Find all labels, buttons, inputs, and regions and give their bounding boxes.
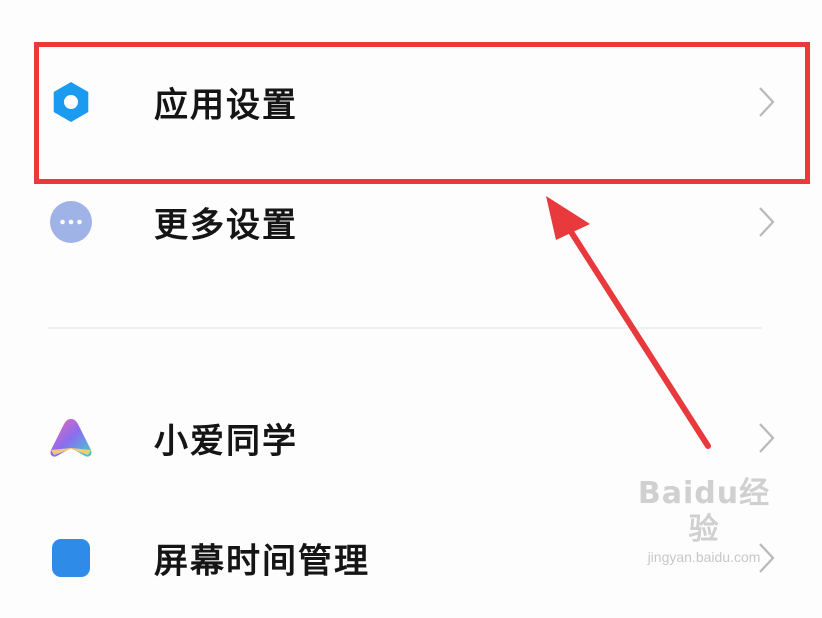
watermark-main: Baidu经验 bbox=[637, 476, 771, 547]
baidu-watermark: Baidu经验 jingyan.baidu.com bbox=[630, 476, 778, 565]
watermark-sub: jingyan.baidu.com bbox=[647, 549, 761, 565]
annotation-arrow bbox=[546, 196, 711, 449]
